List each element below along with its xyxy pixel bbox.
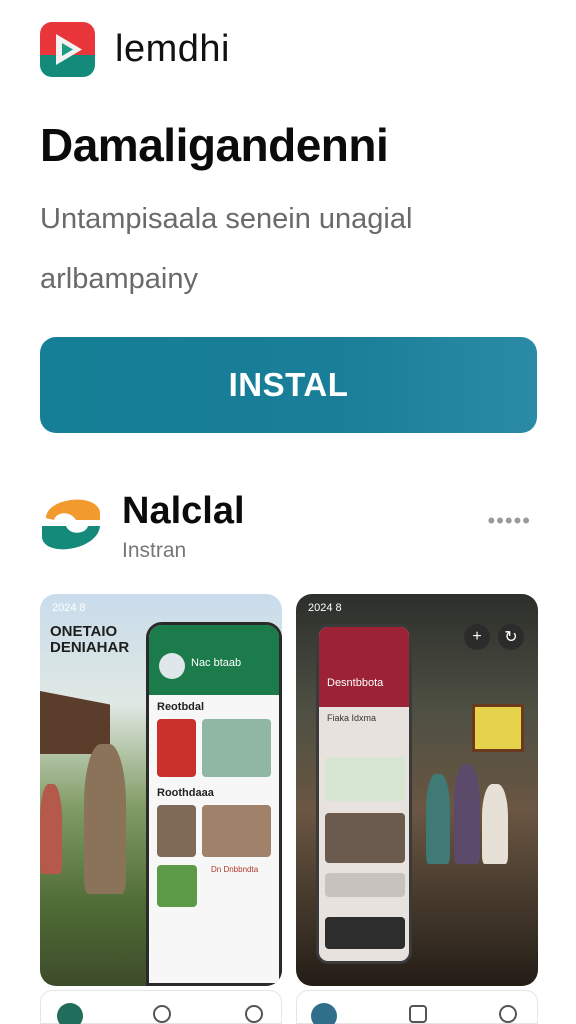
sign-image bbox=[472, 704, 524, 752]
tile-people bbox=[201, 805, 271, 857]
status-time: 2024 8 bbox=[52, 602, 86, 614]
screenshot-1[interactable]: 2024 8 ONETAIO DENIAHAR Nac btaab Reotbd… bbox=[40, 594, 282, 986]
screenshot-2[interactable]: 2024 8 + ↻ Desntbbota Fiaka Idxma bbox=[296, 594, 538, 986]
person-image bbox=[454, 764, 480, 864]
overlay-line-1: ONETAIO bbox=[50, 623, 118, 640]
tile-photo bbox=[201, 719, 271, 777]
related-app-name: Nalclal bbox=[122, 490, 245, 532]
square-icon[interactable] bbox=[409, 1005, 427, 1023]
refresh-icon[interactable]: ↻ bbox=[498, 624, 524, 650]
status-time: 2024 8 bbox=[308, 602, 342, 614]
more-icon[interactable]: ••••• bbox=[487, 508, 531, 534]
person-image bbox=[40, 784, 62, 874]
tile-row bbox=[149, 715, 279, 781]
section-title: Reotbdal bbox=[157, 701, 205, 713]
screenshot-2-navbar bbox=[296, 990, 538, 1024]
phone-header-title: Desntbbota bbox=[327, 677, 384, 689]
related-app-subtitle: Instran bbox=[122, 539, 187, 562]
card-label: Fiaka Idxma bbox=[327, 713, 377, 723]
house-image bbox=[40, 691, 110, 754]
person-image bbox=[84, 744, 126, 894]
tile-row bbox=[149, 801, 279, 861]
bottom-bar bbox=[325, 917, 405, 949]
card-icons bbox=[325, 757, 405, 801]
avatar bbox=[159, 653, 185, 679]
search-icon[interactable] bbox=[153, 1005, 171, 1023]
phone-header: Nac btaab bbox=[149, 625, 279, 695]
app-header: lemdhi bbox=[40, 22, 230, 77]
related-app-logo-icon bbox=[42, 499, 100, 550]
profile-icon[interactable] bbox=[499, 1005, 517, 1023]
app-subtitle-line1: Untampisaala senein unagial bbox=[40, 203, 413, 235]
tile-green bbox=[157, 865, 197, 907]
phone-header-title: Nac btaab bbox=[191, 657, 242, 669]
related-app-row[interactable]: Nalclal Instran ••••• bbox=[40, 490, 537, 562]
app-title: Damaligandenni bbox=[40, 119, 389, 171]
home-icon[interactable] bbox=[57, 1003, 83, 1024]
card-row bbox=[325, 873, 405, 897]
tile-row: Dn Dnbbndta bbox=[149, 861, 279, 911]
app-subtitle-line2: arlbampainy bbox=[40, 263, 198, 295]
plus-icon[interactable]: + bbox=[464, 624, 490, 650]
profile-icon[interactable] bbox=[245, 1005, 263, 1023]
person-image bbox=[426, 774, 450, 864]
section-title: Roothdaaa bbox=[157, 787, 214, 799]
screenshot-1-navbar bbox=[40, 990, 282, 1024]
tile-house bbox=[157, 805, 196, 857]
install-button[interactable]: INSTAL bbox=[40, 337, 537, 433]
tile-red bbox=[157, 719, 196, 777]
phone-mockup: Nac btaab Reotbdal Roothdaaa Dn Dnbbndta bbox=[146, 622, 282, 986]
app-logo-play-icon bbox=[40, 22, 95, 77]
app-name: lemdhi bbox=[115, 28, 230, 70]
screenshot-overlay-text: ONETAIO DENIAHAR bbox=[50, 624, 129, 656]
person-image bbox=[482, 784, 508, 864]
phone-mockup: Desntbbota Fiaka Idxma bbox=[316, 624, 412, 964]
phone-header: Desntbbota bbox=[319, 627, 409, 707]
card-photo bbox=[325, 813, 405, 863]
home-icon[interactable] bbox=[311, 1003, 337, 1024]
caption: Dn Dnbbndta bbox=[211, 865, 259, 874]
overlay-line-2: DENIAHAR bbox=[50, 639, 130, 656]
